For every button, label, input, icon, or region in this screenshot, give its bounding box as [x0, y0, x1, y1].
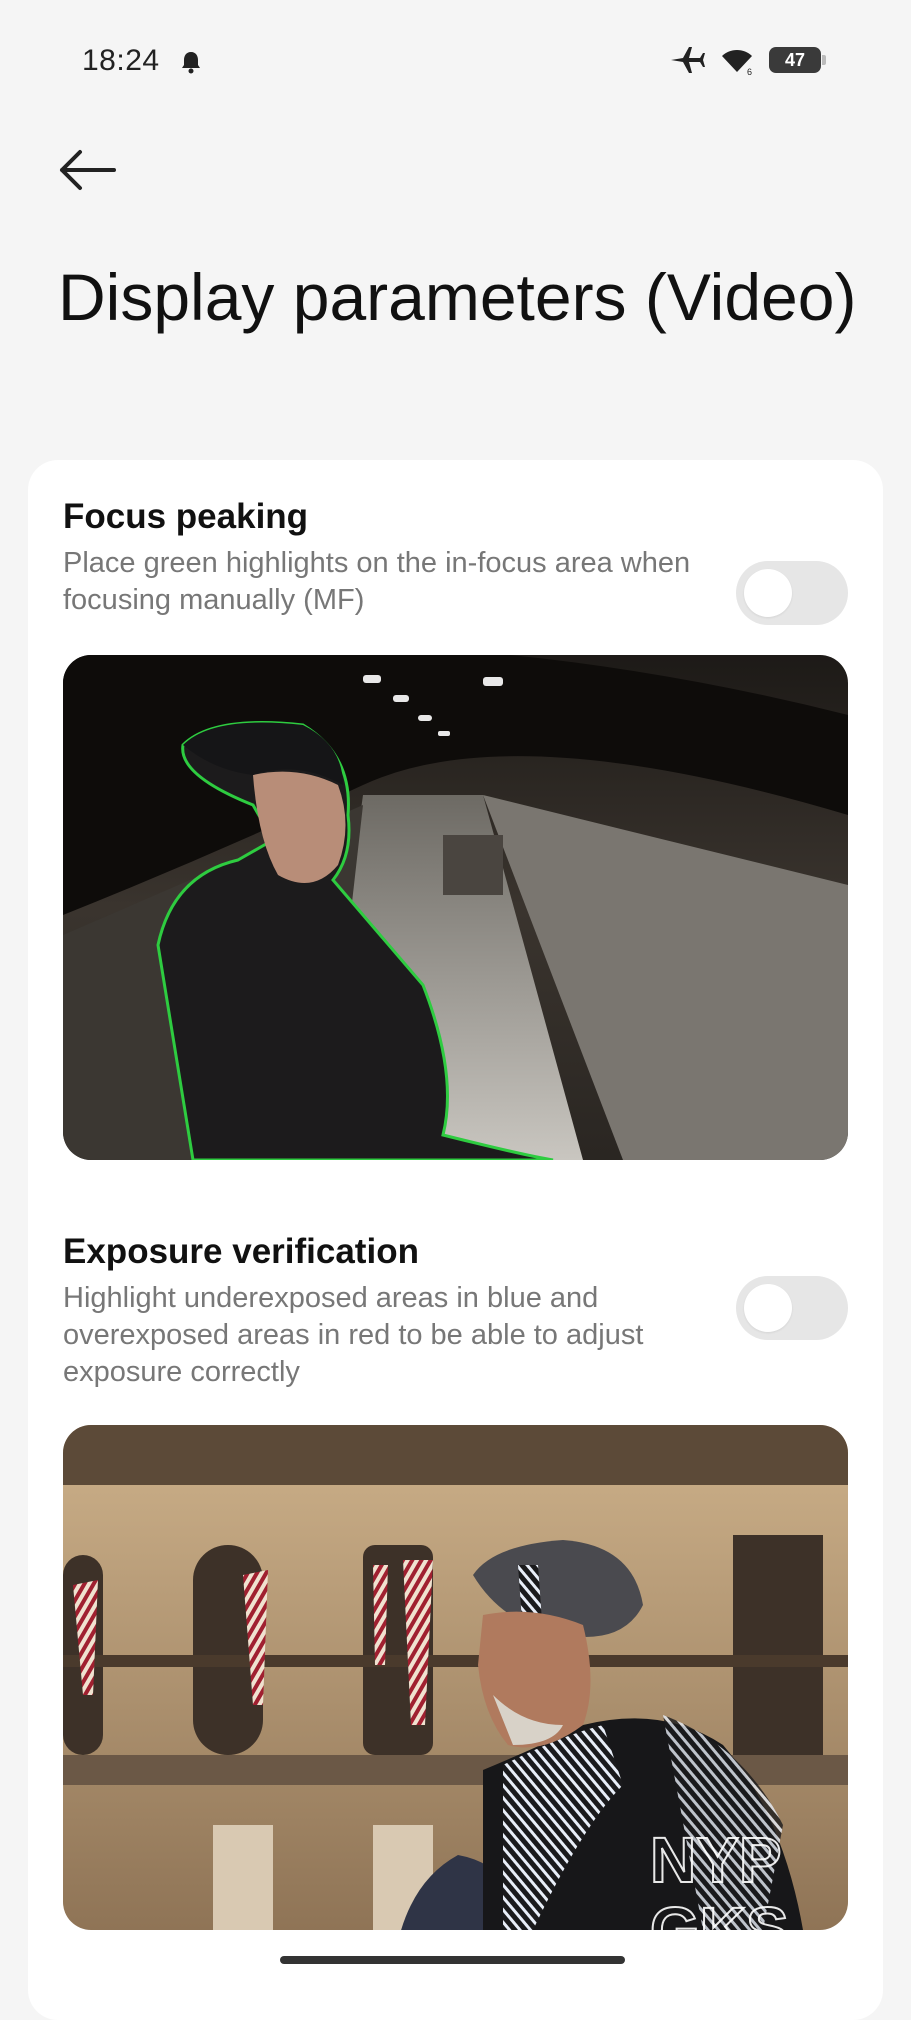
- toggle-knob: [744, 1284, 792, 1332]
- setting-description: Highlight underexposed areas in blue and…: [63, 1282, 644, 1388]
- arrow-left-icon: [60, 150, 116, 190]
- back-button[interactable]: [58, 140, 128, 200]
- setting-focus-peaking[interactable]: Focus peaking Place green highlights on …: [63, 495, 848, 625]
- wifi-icon: 6: [722, 50, 752, 76]
- page-title: Display parameters (Video): [58, 260, 857, 334]
- battery-level: 47: [784, 50, 806, 70]
- status-time: 18:24: [82, 44, 160, 77]
- svg-text:6: 6: [747, 67, 752, 76]
- home-indicator[interactable]: [280, 1956, 625, 1964]
- status-icons: 6 47: [669, 44, 826, 76]
- toggle-knob: [744, 569, 792, 617]
- bell-icon: [182, 52, 200, 74]
- exposure-verification-toggle[interactable]: [736, 1276, 848, 1340]
- nyp-gks-watermark-logo: NYP GKS: [650, 1823, 790, 1960]
- settings-card: Focus peaking Place green highlights on …: [28, 460, 883, 2020]
- airplane-icon: [671, 47, 705, 73]
- watermark-line1: NYP: [650, 1824, 782, 1896]
- focus-peaking-preview-image: [63, 655, 848, 1160]
- setting-exposure-verification[interactable]: Exposure verification Highlight underexp…: [63, 1230, 848, 1391]
- setting-title: Focus peaking: [63, 497, 309, 536]
- status-bar: 18:24 6 47: [0, 0, 911, 120]
- setting-description: Place green highlights on the in-focus a…: [63, 547, 691, 616]
- watermark-line2: GKS: [650, 1894, 789, 1960]
- battery-icon: 47: [769, 47, 826, 73]
- focus-peaking-toggle[interactable]: [736, 561, 848, 625]
- subway-photo: [63, 655, 848, 1160]
- setting-title: Exposure verification: [63, 1232, 419, 1271]
